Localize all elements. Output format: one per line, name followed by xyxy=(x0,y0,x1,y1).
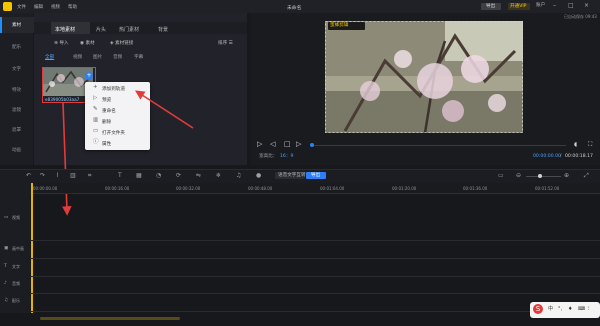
preview-video[interactable] xyxy=(325,21,523,133)
play-icon[interactable]: ▷ xyxy=(257,141,262,148)
ime-logo-icon[interactable]: S xyxy=(533,304,543,314)
zoom-out-icon[interactable]: ⊖ xyxy=(516,173,521,179)
watermark-text: 蜜蜂剪辑 xyxy=(330,22,349,28)
ime-toolbar: S 中 °, ♦ ⌨ ⁝ xyxy=(530,302,600,318)
ime-keyboard-icon[interactable]: ⌨ xyxy=(578,307,585,312)
speech-text-label: 语音文字互转 xyxy=(278,172,306,178)
track-label-audio: 音频 xyxy=(12,281,20,286)
ruler-tick: 00:00:00.00 xyxy=(33,186,58,191)
mirror-icon[interactable]: ⇋ xyxy=(196,173,201,179)
timeline-export-button[interactable]: 导出 xyxy=(306,172,326,179)
redo-icon[interactable]: ↷ xyxy=(40,173,45,179)
track-text[interactable] xyxy=(30,259,600,277)
stop-icon[interactable]: □ xyxy=(284,141,291,148)
speed-icon[interactable]: ◔ xyxy=(156,173,161,179)
text-track-icon: T xyxy=(4,264,7,269)
aspect-ratio-label: 宽高比： xyxy=(259,154,278,159)
audio-icon[interactable]: ♫ xyxy=(236,173,241,179)
next-frame-icon[interactable]: ▷ xyxy=(296,141,301,148)
music-track-icon: ♫ xyxy=(4,298,9,303)
ime-mode-icon[interactable]: 中 xyxy=(548,307,553,312)
timeline-scrollbar[interactable] xyxy=(40,317,180,320)
delete-icon[interactable]: ▥ xyxy=(70,173,76,179)
split-icon[interactable]: ⌇ xyxy=(56,173,59,179)
volume-icon[interactable]: ◖ xyxy=(574,142,577,148)
prev-frame-icon[interactable]: ◁ xyxy=(270,141,275,148)
crop-icon[interactable]: ⌗ xyxy=(88,173,91,179)
text-icon[interactable]: T xyxy=(118,173,122,179)
track-label-pip: 画中画 xyxy=(12,246,24,251)
freeze-icon[interactable]: ❄ xyxy=(216,173,221,179)
video-track-icon: ▭ xyxy=(4,215,9,220)
timeline-export-label: 导出 xyxy=(311,172,321,178)
watermark-badge: 蜜蜂剪辑 xyxy=(328,22,365,30)
track-label-text: 文字 xyxy=(12,264,20,269)
ruler-tick: 00:01:52.00 xyxy=(535,186,560,191)
audio-track-icon: ♪ xyxy=(4,281,7,286)
zoom-in-icon[interactable]: ⊕ xyxy=(564,173,569,179)
screen-icon[interactable]: ▭ xyxy=(498,173,504,179)
track-audio[interactable] xyxy=(30,277,600,294)
ruler-tick: 00:00:16.00 xyxy=(105,186,130,191)
zoom-handle[interactable] xyxy=(538,174,542,178)
ruler-tick: 00:01:20.00 xyxy=(392,186,417,191)
track-music[interactable] xyxy=(30,294,600,312)
ruler-tick: 00:00:32.00 xyxy=(176,186,201,191)
ruler-tick: 00:00:48.00 xyxy=(248,186,273,191)
track-video[interactable] xyxy=(30,194,600,241)
track-label-music: 配乐 xyxy=(12,298,20,303)
progress-handle[interactable] xyxy=(310,143,314,147)
fit-icon[interactable]: ⤢ xyxy=(584,173,589,179)
rotate-icon[interactable]: ⟳ xyxy=(176,173,181,179)
ruler-tick: 00:01:36.00 xyxy=(463,186,488,191)
autosave-status: 已自动保存 09:43 xyxy=(564,14,597,19)
ime-punct-icon[interactable]: °, xyxy=(558,307,562,312)
track-label-video: 视频 xyxy=(12,215,20,220)
pip-track-icon: ▣ xyxy=(4,246,9,251)
ime-menu-icon[interactable]: ⁝ xyxy=(588,307,590,312)
zoom-slider[interactable] xyxy=(526,176,561,177)
speech-text-button[interactable]: 语音文字互转 xyxy=(275,172,306,179)
undo-icon[interactable]: ↶ xyxy=(26,173,31,179)
ime-mic-icon[interactable]: ♦ xyxy=(568,307,572,312)
mosaic-icon[interactable]: ▦ xyxy=(136,173,142,179)
progress-track[interactable] xyxy=(312,145,566,146)
fullscreen-icon[interactable]: ⛶ xyxy=(588,142,592,148)
record-icon[interactable]: ● xyxy=(256,173,261,179)
ruler-tick: 00:01:04.00 xyxy=(320,186,345,191)
aspect-ratio-value[interactable]: 16：9 xyxy=(280,154,293,160)
total-time: 00:00:18.17 xyxy=(565,154,593,159)
track-pip[interactable] xyxy=(30,241,600,259)
current-time: 00:00:00.00 xyxy=(533,154,561,159)
